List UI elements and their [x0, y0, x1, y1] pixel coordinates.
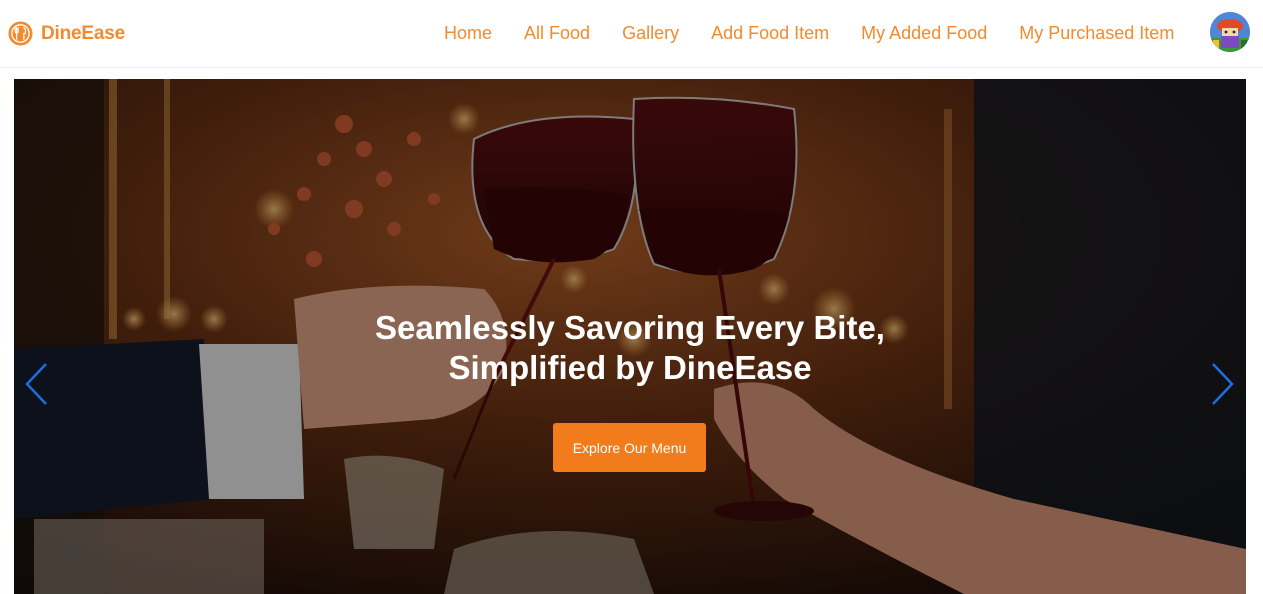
main-nav: Home All Food Gallery Add Food Item My A… [444, 22, 1174, 44]
nav-link-home[interactable]: Home [444, 22, 492, 44]
nav-link-gallery[interactable]: Gallery [622, 22, 679, 44]
nav-link-my-added-food[interactable]: My Added Food [861, 22, 987, 44]
nav-link-add-food-item[interactable]: Add Food Item [711, 22, 829, 44]
slider-next-button[interactable] [1209, 362, 1235, 406]
restaurant-logo-icon [8, 21, 33, 46]
nav-link-all-food[interactable]: All Food [524, 22, 590, 44]
explore-menu-button[interactable]: Explore Our Menu [553, 423, 706, 472]
hero-title: Seamlessly Savoring Every Bite, Simplifi… [14, 308, 1246, 388]
navbar: DineEase Home All Food Gallery Add Food … [0, 0, 1263, 68]
hero-title-line-1: Seamlessly Savoring Every Bite, [375, 309, 885, 346]
user-avatar[interactable] [1210, 12, 1250, 52]
chevron-right-icon [1212, 363, 1234, 405]
chevron-left-icon [25, 363, 47, 405]
hero-slider: Seamlessly Savoring Every Bite, Simplifi… [14, 79, 1246, 594]
brand-name: DineEase [41, 22, 125, 44]
hero-title-line-2: Simplified by DineEase [448, 349, 812, 386]
nav-link-my-purchased-item[interactable]: My Purchased Item [1019, 22, 1174, 44]
slider-prev-button[interactable] [24, 362, 50, 406]
avatar-image [1210, 12, 1250, 52]
brand-link[interactable]: DineEase [8, 21, 125, 46]
